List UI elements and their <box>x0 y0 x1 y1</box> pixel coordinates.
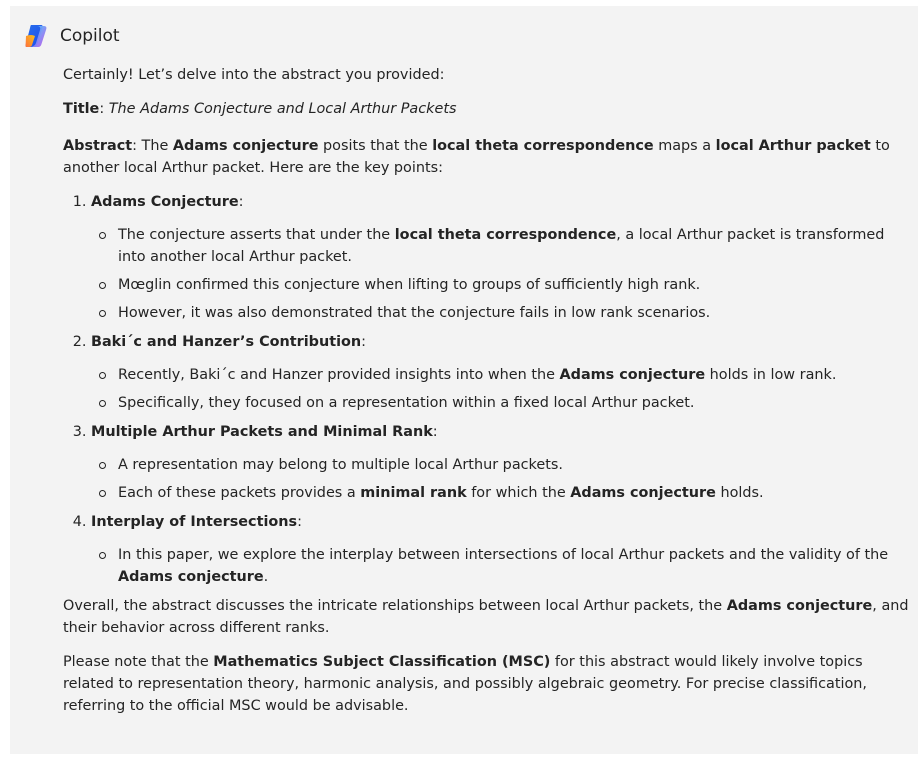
title-line: Title: The Adams Conjecture and Local Ar… <box>63 101 457 117</box>
response-message: Certainly! Let’s delve into the abstract… <box>63 64 913 729</box>
abstract-paragraph: Abstract: The Adams conjecture posits th… <box>63 138 890 176</box>
sub-point: Mœglin confirmed this conjecture when li… <box>99 274 913 296</box>
sub-point-list: A representation may belong to multiple … <box>91 454 913 504</box>
copilot-logo-icon <box>25 25 47 47</box>
key-point-heading: Adams Conjecture <box>91 194 239 210</box>
key-point: Interplay of Intersections: In this pape… <box>91 511 913 588</box>
sub-point-list: In this paper, we explore the interplay … <box>91 544 913 588</box>
sub-point-list: Recently, Baki´c and Hanzer provided ins… <box>91 364 913 414</box>
sub-point: A representation may belong to multiple … <box>99 454 913 476</box>
sub-point: Specifically, they focused on a represen… <box>99 392 913 414</box>
intro-paragraph: Certainly! Let’s delve into the abstract… <box>63 67 445 83</box>
sub-point: Recently, Baki´c and Hanzer provided ins… <box>99 364 913 386</box>
response-header: Copilot <box>22 22 120 50</box>
assistant-name: Copilot <box>60 26 120 46</box>
key-point-heading: Interplay of Intersections <box>91 514 298 530</box>
title-label: Title <box>63 101 100 117</box>
key-point: Baki´c and Hanzer’s Contribution: Recent… <box>91 331 913 414</box>
key-points-list: Adams Conjecture: The conjecture asserts… <box>63 191 913 588</box>
key-point-heading: Multiple Arthur Packets and Minimal Rank <box>91 424 433 440</box>
key-point-heading: Baki´c and Hanzer’s Contribution <box>91 334 362 350</box>
overall-paragraph: Overall, the abstract discusses the intr… <box>63 598 909 636</box>
sub-point-list: The conjecture asserts that under the lo… <box>91 224 913 324</box>
sub-point: However, it was also demonstrated that t… <box>99 302 913 324</box>
copilot-response-panel: Copilot Certainly! Let’s delve into the … <box>10 6 918 754</box>
key-point: Adams Conjecture: The conjecture asserts… <box>91 191 913 324</box>
sub-point: The conjecture asserts that under the lo… <box>99 224 913 268</box>
sub-point: In this paper, we explore the interplay … <box>99 544 913 588</box>
key-point: Multiple Arthur Packets and Minimal Rank… <box>91 421 913 504</box>
paper-title: The Adams Conjecture and Local Arthur Pa… <box>108 101 457 117</box>
sub-point: Each of these packets provides a minimal… <box>99 482 913 504</box>
note-paragraph: Please note that the Mathematics Subject… <box>63 654 867 714</box>
